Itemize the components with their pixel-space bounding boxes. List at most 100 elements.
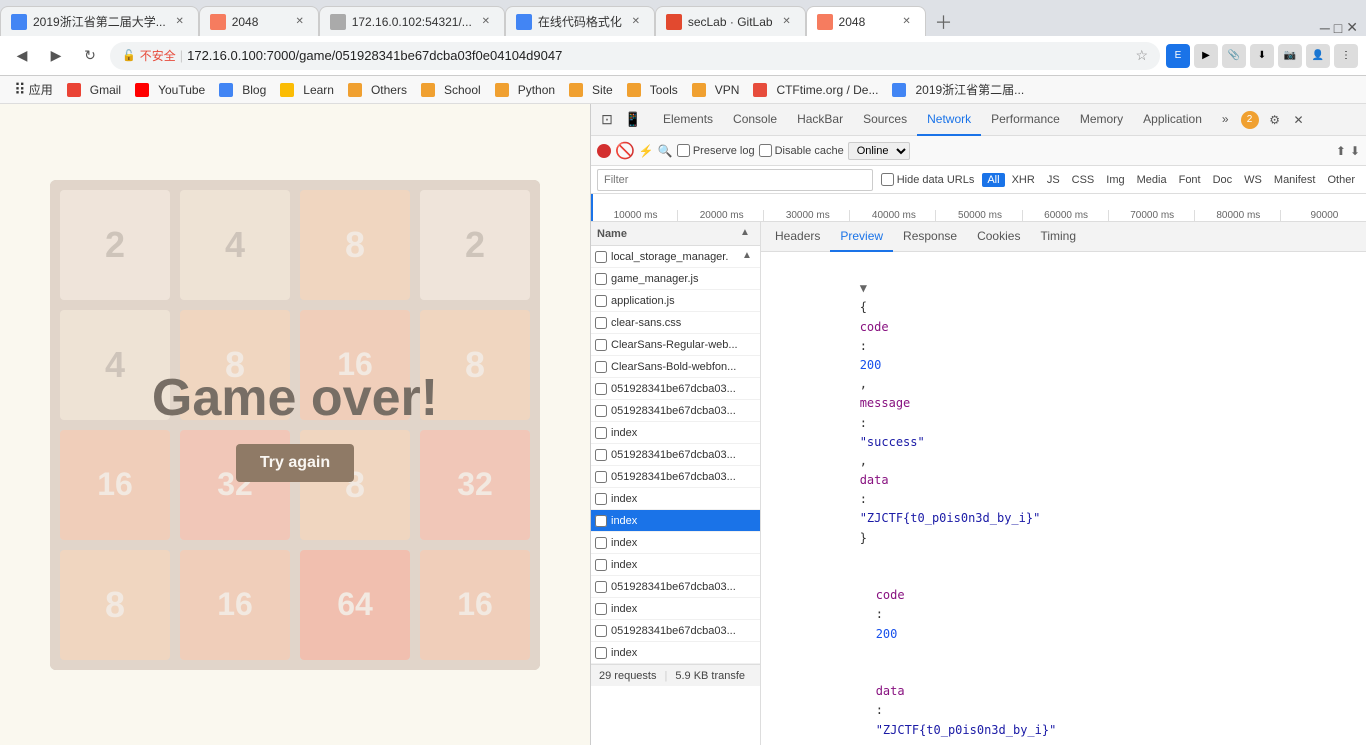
tab-close-172[interactable]: ✕ bbox=[478, 14, 494, 30]
net-row-index-selected[interactable]: index bbox=[591, 510, 760, 532]
tab-daima[interactable]: 在线代码格式化 ✕ bbox=[505, 6, 655, 36]
device-toolbar-icon[interactable]: 📱 bbox=[621, 108, 645, 132]
bookmark-zj[interactable]: 2019浙江省第二届... bbox=[886, 79, 1030, 100]
net-row-application[interactable]: application.js bbox=[591, 290, 760, 312]
tab-elements[interactable]: Elements bbox=[653, 104, 723, 136]
net-checkbox-css[interactable] bbox=[595, 317, 607, 329]
devtools-settings-button[interactable]: ⚙ bbox=[1263, 108, 1287, 132]
new-tab-button[interactable]: ＋ bbox=[930, 8, 958, 36]
preserve-log-label[interactable]: Preserve log bbox=[677, 144, 755, 157]
hide-data-urls-checkbox[interactable] bbox=[881, 173, 894, 186]
filter-xhr[interactable]: XHR bbox=[1007, 173, 1040, 187]
preview-tab-cookies[interactable]: Cookies bbox=[967, 222, 1030, 252]
filter-all[interactable]: All bbox=[982, 173, 1004, 187]
maximize-button[interactable]: □ bbox=[1334, 20, 1342, 36]
scroll-up-icon[interactable]: ▲ bbox=[740, 227, 754, 241]
filter-css[interactable]: CSS bbox=[1067, 173, 1100, 187]
preserve-log-checkbox[interactable] bbox=[677, 144, 690, 157]
filter-ws[interactable]: WS bbox=[1239, 173, 1267, 187]
filter-other[interactable]: Other bbox=[1322, 173, 1360, 187]
bookmark-blog[interactable]: Blog bbox=[213, 81, 272, 99]
bookmark-gmail[interactable]: Gmail bbox=[61, 81, 127, 99]
extension-icon-6[interactable]: 👤 bbox=[1306, 44, 1330, 68]
tab-more[interactable]: » bbox=[1212, 104, 1239, 136]
net-checkbox-h1[interactable] bbox=[595, 383, 607, 395]
net-row-clearsans-reg[interactable]: ClearSans-Regular-web... bbox=[591, 334, 760, 356]
net-row-hash4[interactable]: 051928341be67dcba03... bbox=[591, 466, 760, 488]
tab-network[interactable]: Network bbox=[917, 104, 981, 136]
tab-application[interactable]: Application bbox=[1133, 104, 1212, 136]
net-row-index4[interactable]: index bbox=[591, 554, 760, 576]
bookmark-ctf[interactable]: CTFtime.org / De... bbox=[747, 81, 884, 99]
net-row-local-storage[interactable]: local_storage_manager. ▲ bbox=[591, 246, 760, 268]
preview-tab-headers[interactable]: Headers bbox=[765, 222, 830, 252]
back-button[interactable]: ◀ bbox=[8, 42, 36, 70]
extension-icon-5[interactable]: 📷 bbox=[1278, 44, 1302, 68]
net-row-hash2[interactable]: 051928341be67dcba03... bbox=[591, 400, 760, 422]
preview-tab-timing[interactable]: Timing bbox=[1030, 222, 1086, 252]
url-bar[interactable]: 🔓 不安全 | 172.16.0.100:7000/game/051928341… bbox=[110, 42, 1160, 70]
net-row-hash1[interactable]: 051928341be67dcba03... bbox=[591, 378, 760, 400]
tab-gitlab[interactable]: secLab · GitLab ✕ bbox=[655, 6, 806, 36]
forward-button[interactable]: ▶ bbox=[42, 42, 70, 70]
net-checkbox-i1[interactable] bbox=[595, 427, 607, 439]
throttle-select[interactable]: Online bbox=[848, 142, 910, 160]
try-again-button[interactable]: Try again bbox=[236, 444, 354, 482]
net-checkbox-i4[interactable] bbox=[595, 559, 607, 571]
net-checkbox-bold[interactable] bbox=[595, 361, 607, 373]
bookmark-school[interactable]: School bbox=[415, 81, 487, 99]
export-button[interactable]: ⬇ bbox=[1350, 144, 1360, 158]
menu-button[interactable]: ⋮ bbox=[1334, 44, 1358, 68]
bookmark-learn[interactable]: Learn bbox=[274, 81, 340, 99]
filter-doc[interactable]: Doc bbox=[1208, 173, 1238, 187]
bookmark-python[interactable]: Python bbox=[489, 81, 561, 99]
hide-data-urls-label[interactable]: Hide data URLs bbox=[881, 173, 975, 186]
filter-input[interactable] bbox=[597, 169, 873, 191]
net-row-index6[interactable]: index bbox=[591, 642, 760, 664]
preview-tab-response[interactable]: Response bbox=[893, 222, 967, 252]
tab-close-daima[interactable]: ✕ bbox=[628, 14, 644, 30]
search-button[interactable]: 🔍 bbox=[658, 144, 673, 158]
net-checkbox-gm[interactable] bbox=[595, 273, 607, 285]
net-row-index3[interactable]: index bbox=[591, 532, 760, 554]
refresh-button[interactable]: ↻ bbox=[76, 42, 104, 70]
filter-icon[interactable]: ⚡ bbox=[639, 144, 654, 158]
net-row-hash6[interactable]: 051928341be67dcba03... bbox=[591, 620, 760, 642]
filter-media[interactable]: Media bbox=[1132, 173, 1172, 187]
net-checkbox-i3[interactable] bbox=[595, 537, 607, 549]
tab-close-gitlab[interactable]: ✕ bbox=[779, 14, 795, 30]
tab-172[interactable]: 172.16.0.102:54321/... ✕ bbox=[319, 6, 505, 36]
tab-sources[interactable]: Sources bbox=[853, 104, 917, 136]
net-checkbox-h5[interactable] bbox=[595, 581, 607, 593]
bookmark-tools[interactable]: Tools bbox=[621, 81, 684, 99]
net-checkbox-local[interactable] bbox=[595, 251, 607, 263]
tab-memory[interactable]: Memory bbox=[1070, 104, 1133, 136]
bookmark-others[interactable]: Others bbox=[342, 81, 413, 99]
net-checkbox-sel[interactable] bbox=[595, 515, 607, 527]
clear-button[interactable]: 🚫 bbox=[615, 141, 635, 161]
net-row-hash5[interactable]: 051928341be67dcba03... bbox=[591, 576, 760, 598]
tab-console[interactable]: Console bbox=[723, 104, 787, 136]
extension-icon-3[interactable]: 📎 bbox=[1222, 44, 1246, 68]
tab-2048-active[interactable]: 2048 ✕ bbox=[806, 6, 926, 36]
tab-2019[interactable]: 2019浙江省第二届大学... ✕ bbox=[0, 6, 199, 36]
bookmark-apps[interactable]: ⠿ 应用 bbox=[8, 78, 59, 102]
bookmark-star[interactable]: ☆ bbox=[1135, 47, 1148, 64]
json-expand-icon[interactable]: ▼ bbox=[860, 281, 867, 295]
tab-hackbar[interactable]: HackBar bbox=[787, 104, 853, 136]
filter-js[interactable]: JS bbox=[1042, 173, 1065, 187]
filter-font[interactable]: Font bbox=[1174, 173, 1206, 187]
net-row-index5[interactable]: index bbox=[591, 598, 760, 620]
filter-img[interactable]: Img bbox=[1101, 173, 1129, 187]
tab-performance[interactable]: Performance bbox=[981, 104, 1070, 136]
net-checkbox-reg[interactable] bbox=[595, 339, 607, 351]
net-checkbox-i6[interactable] bbox=[595, 647, 607, 659]
net-checkbox-h2[interactable] bbox=[595, 405, 607, 417]
net-checkbox-h4[interactable] bbox=[595, 471, 607, 483]
net-checkbox-app[interactable] bbox=[595, 295, 607, 307]
net-checkbox-i5[interactable] bbox=[595, 603, 607, 615]
extension-icon-1[interactable]: E bbox=[1166, 44, 1190, 68]
net-row-clearsans-css[interactable]: clear-sans.css bbox=[591, 312, 760, 334]
disable-cache-checkbox[interactable] bbox=[759, 144, 772, 157]
net-checkbox-h6[interactable] bbox=[595, 625, 607, 637]
